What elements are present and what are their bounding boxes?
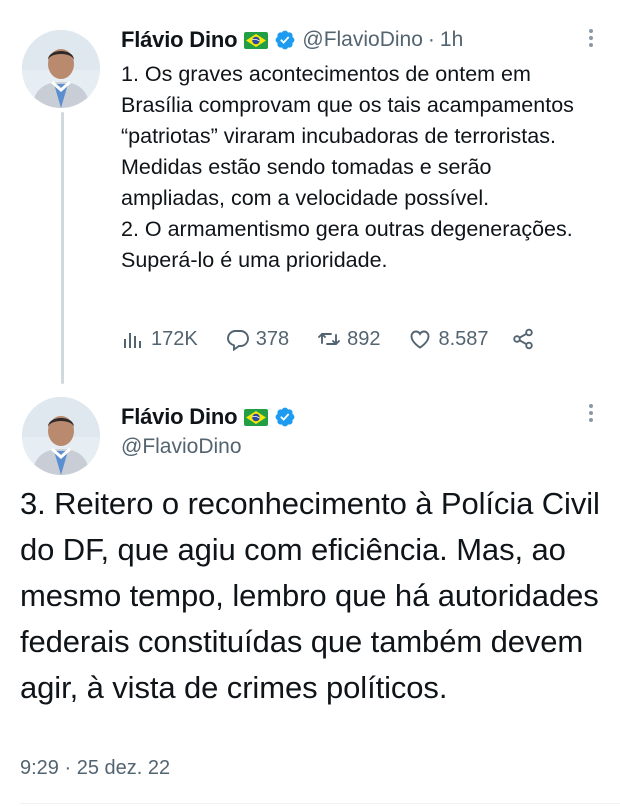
tweet-text: 3. Reitero o reconhecimento à Polícia Ci… bbox=[20, 486, 600, 705]
views-count: 172K bbox=[151, 327, 198, 350]
like-button[interactable]: 8.587 bbox=[408, 327, 489, 351]
tweet-timestamp[interactable]: 9:29 · 25 dez. 22 bbox=[20, 757, 170, 780]
more-icon[interactable] bbox=[579, 401, 603, 425]
verified-icon bbox=[274, 406, 296, 428]
like-count: 8.587 bbox=[438, 327, 489, 350]
tweet-1[interactable]: Flávio Dino @FlavioDino · 1h 1. Os grave… bbox=[0, 0, 620, 385]
views-icon bbox=[124, 333, 141, 348]
author-name[interactable]: Flávio Dino bbox=[121, 27, 238, 53]
tweet-time[interactable]: 1h bbox=[440, 28, 463, 52]
share-icon bbox=[512, 328, 533, 350]
divider bbox=[20, 803, 620, 804]
retweet-button[interactable]: 892 bbox=[317, 327, 380, 351]
tweet-2[interactable]: Flávio Dino @FlavioDino 3. Reitero o rec… bbox=[0, 385, 620, 806]
verified-icon bbox=[274, 29, 296, 51]
tweet-header: Flávio Dino bbox=[121, 403, 296, 431]
retweet-icon bbox=[318, 333, 341, 345]
reply-count: 378 bbox=[255, 327, 290, 350]
reply-button[interactable]: 378 bbox=[226, 327, 289, 351]
avatar[interactable] bbox=[22, 397, 100, 475]
thread-line bbox=[61, 112, 64, 384]
more-icon[interactable] bbox=[579, 26, 603, 50]
tweet-text: 1. Os graves acontecimentos de ontem em … bbox=[121, 62, 574, 272]
author-handle[interactable]: @FlavioDino bbox=[121, 435, 242, 459]
brazil-flag-icon bbox=[244, 408, 269, 426]
share-button[interactable] bbox=[511, 327, 541, 351]
author-name[interactable]: Flávio Dino bbox=[121, 404, 238, 430]
tweet-header: Flávio Dino @FlavioDino · 1h bbox=[121, 24, 463, 56]
retweet-count: 892 bbox=[347, 327, 381, 350]
author-handle[interactable]: @FlavioDino bbox=[302, 28, 423, 52]
separator-dot: · bbox=[427, 28, 435, 51]
like-icon bbox=[411, 330, 430, 349]
views-stat[interactable]: 172K bbox=[121, 327, 198, 351]
brazil-flag-icon bbox=[244, 31, 269, 49]
tweet-actions: 172K 378 892 8.587 bbox=[121, 324, 541, 354]
avatar[interactable] bbox=[22, 30, 100, 108]
reply-icon bbox=[226, 330, 249, 351]
